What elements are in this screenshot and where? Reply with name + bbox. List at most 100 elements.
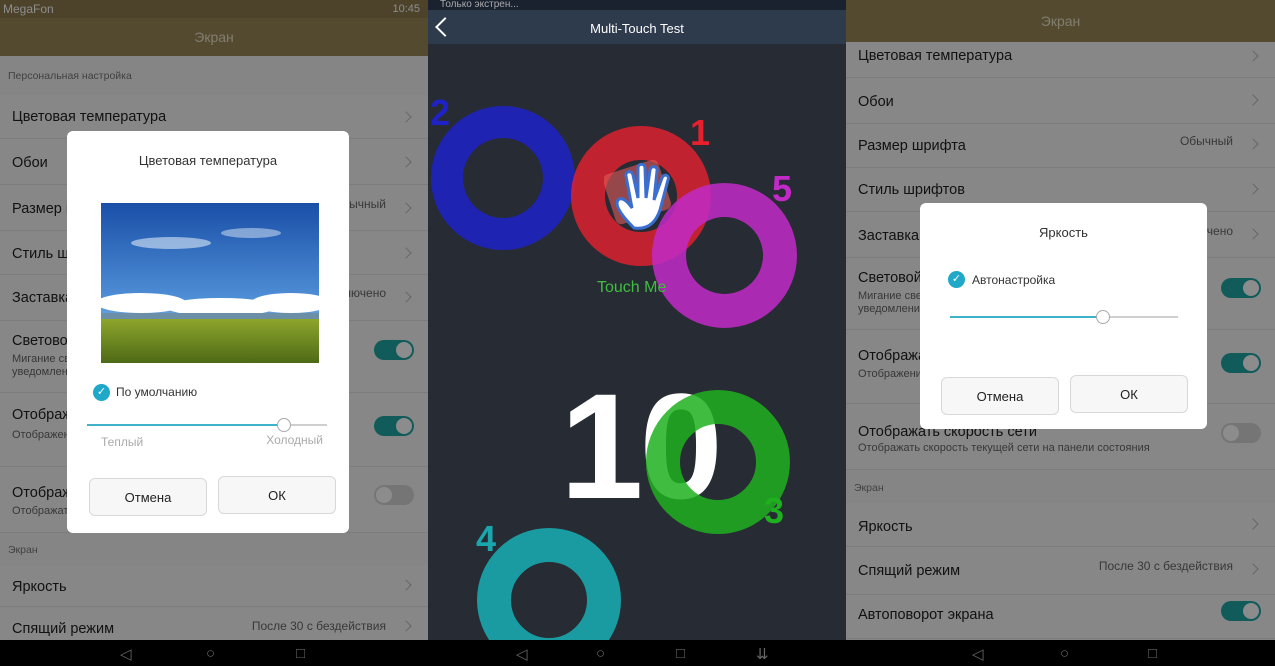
ok-button[interactable]: ОК xyxy=(218,476,336,514)
row-brightness[interactable]: Яркость xyxy=(846,503,1275,547)
chevron-right-icon xyxy=(400,247,412,259)
chevron-right-icon xyxy=(400,156,412,168)
slider-fill xyxy=(87,424,284,426)
touch-label-1: 1 xyxy=(690,112,711,153)
checkmark-icon[interactable]: ✓ xyxy=(93,384,110,401)
show-toggle-2[interactable] xyxy=(374,485,414,505)
row-sublabel: Отображать xyxy=(12,505,75,517)
dialog-title: Яркость xyxy=(1039,225,1088,240)
section-screen: Экран xyxy=(854,482,884,494)
color-temperature-dialog: Цветовая температура ✓ По умолчанию Тепл… xyxy=(67,131,349,533)
row-label: Спящий режим xyxy=(858,563,961,579)
notification-strip: Только экстрен... xyxy=(428,0,846,10)
section-screen: Экран xyxy=(8,544,38,556)
chevron-right-icon xyxy=(1247,138,1259,150)
app-bar-title: Экран xyxy=(846,0,1275,42)
row-label: Яркость xyxy=(12,579,67,595)
touch-label-3: 3 xyxy=(764,490,785,531)
show-toggle-1[interactable] xyxy=(1221,353,1261,373)
clock: 10:45 xyxy=(392,3,420,15)
notification-pulldown-icon[interactable]: ⇊ xyxy=(756,645,769,663)
chevron-right-icon xyxy=(400,202,412,214)
touch-label-4: 4 xyxy=(476,518,497,559)
row-label: Стиль шрифтов xyxy=(858,182,965,198)
ok-button[interactable]: ОК xyxy=(1070,375,1188,413)
chevron-right-icon xyxy=(1247,563,1259,575)
led-toggle[interactable] xyxy=(374,340,414,360)
cold-label: Холодный xyxy=(266,433,323,447)
recents-nav-icon[interactable]: □ xyxy=(676,645,685,662)
touch-label-5: 5 xyxy=(772,168,793,209)
status-bar: MegaFon 10:45 xyxy=(0,0,428,18)
row-label: Автоповорот экрана xyxy=(858,607,994,623)
slider-fill xyxy=(950,316,1103,318)
row-label: Обои xyxy=(12,155,48,171)
chevron-right-icon xyxy=(1247,94,1259,106)
led-toggle[interactable] xyxy=(1221,278,1261,298)
row-label: Размер шрифта xyxy=(858,138,966,154)
chevron-right-icon xyxy=(400,111,412,123)
system-nav-bar: ◁ ○ □ xyxy=(0,640,428,666)
row-label: Заставка xyxy=(12,290,74,306)
warm-label: Теплый xyxy=(101,435,144,449)
color-temp-slider[interactable] xyxy=(87,418,327,432)
system-nav-bar: ◁ ○ □ xyxy=(846,640,1275,666)
row-label: Цветовая температура xyxy=(858,48,1013,64)
chevron-right-icon xyxy=(400,579,412,591)
recents-nav-icon[interactable]: □ xyxy=(296,645,305,662)
carrier-label: MegaFon xyxy=(3,2,54,16)
row-value: Обычный xyxy=(1179,134,1233,148)
network-speed-toggle[interactable] xyxy=(1221,423,1261,443)
row-wallpaper[interactable]: Обои xyxy=(846,78,1275,124)
slider-thumb[interactable] xyxy=(277,418,291,432)
back-nav-icon[interactable]: ◁ xyxy=(120,645,132,663)
chevron-right-icon xyxy=(1247,518,1259,530)
touch-label-2: 2 xyxy=(430,92,451,133)
home-nav-icon[interactable]: ○ xyxy=(596,645,605,662)
settings-panel-right: Экран Цветовая температура Обои Размер ш… xyxy=(846,0,1275,666)
back-nav-icon[interactable]: ◁ xyxy=(516,645,528,663)
recents-nav-icon[interactable]: □ xyxy=(1148,645,1157,662)
show-toggle-1[interactable] xyxy=(374,416,414,436)
row-value: После 30 с бездействия xyxy=(1098,559,1233,573)
row-label: Цветовая температура xyxy=(12,109,167,125)
system-nav-bar: ◁ ○ □ ⇊ xyxy=(428,640,846,666)
back-nav-icon[interactable]: ◁ xyxy=(972,645,984,663)
row-label: Яркость xyxy=(858,519,913,535)
app-bar-title: Экран xyxy=(0,18,428,56)
multitouch-panel: Multi-Touch Test Только экстрен... 10 2 … xyxy=(428,0,846,666)
row-font-size[interactable]: Размер шрифта Обычный xyxy=(846,124,1275,168)
auto-brightness-label: Автонастройка xyxy=(972,273,1056,287)
row-label: Спящий режим xyxy=(12,621,115,637)
default-checkbox-label: По умолчанию xyxy=(116,385,198,399)
cancel-button[interactable]: Отмена xyxy=(941,377,1059,415)
home-nav-icon[interactable]: ○ xyxy=(206,645,215,662)
brightness-dialog: Яркость ✓ Автонастройка Отмена ОК xyxy=(920,203,1207,429)
row-label: Заставка xyxy=(858,228,920,244)
autorotate-toggle[interactable] xyxy=(1221,601,1261,621)
touch-me-label: Touch Me xyxy=(597,279,667,296)
row-color-temperature[interactable]: Цветовая температура xyxy=(846,42,1275,78)
settings-panel-left: MegaFon 10:45 Экран Персональная настрой… xyxy=(0,0,428,666)
row-label: Обои xyxy=(858,94,894,110)
page-title: Multi-Touch Test xyxy=(590,21,684,36)
row-value: После 30 с бездействия xyxy=(251,619,386,633)
chevron-right-icon xyxy=(1247,183,1259,195)
dialog-title: Цветовая температура xyxy=(138,153,278,168)
row-autorotate[interactable]: Автоповорот экрана xyxy=(846,595,1275,639)
row-brightness[interactable]: Яркость xyxy=(0,565,428,607)
section-personal: Персональная настройка xyxy=(8,70,132,82)
brightness-slider[interactable] xyxy=(950,310,1178,324)
touch-point-2 xyxy=(431,106,575,250)
row-sublabel: Отображать скорость текущей сети на пане… xyxy=(858,442,1150,454)
cancel-button[interactable]: Отмена xyxy=(89,478,207,516)
checkmark-icon[interactable]: ✓ xyxy=(948,271,965,288)
home-nav-icon[interactable]: ○ xyxy=(1060,645,1069,662)
chevron-right-icon xyxy=(400,291,412,303)
slider-thumb[interactable] xyxy=(1096,310,1110,324)
chevron-right-icon xyxy=(400,620,412,632)
chevron-right-icon xyxy=(1247,228,1259,240)
row-sleep[interactable]: Спящий режим После 30 с бездействия xyxy=(846,547,1275,595)
chevron-right-icon xyxy=(1247,50,1259,62)
preview-landscape-image xyxy=(101,203,319,363)
